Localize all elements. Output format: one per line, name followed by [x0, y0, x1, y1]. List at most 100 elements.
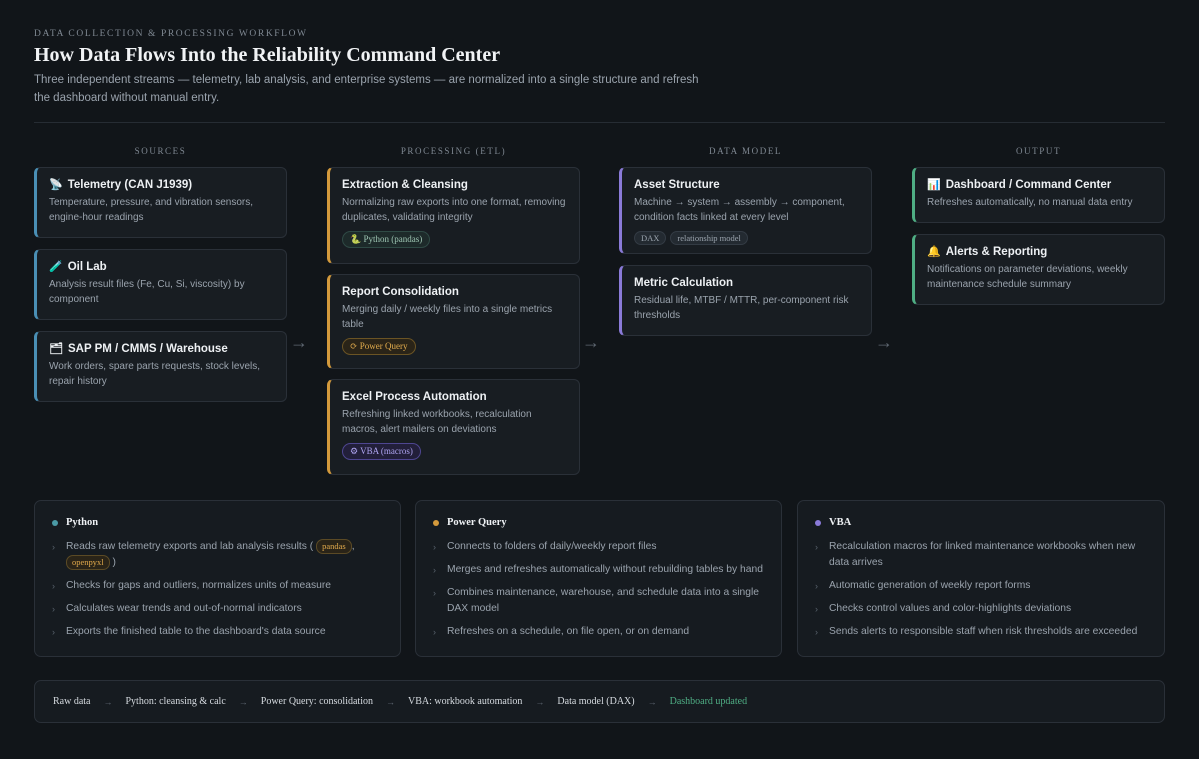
power-query-panel: Power Query › Connects to folders of dail… — [415, 500, 782, 657]
bullet-icon: › — [815, 627, 818, 637]
panel-title: Python — [66, 517, 99, 528]
vba-dot-icon — [815, 519, 821, 526]
list-item: › Sends alerts to responsible staff when … — [815, 624, 1147, 640]
process-card-title: Extraction & Cleansing — [342, 179, 468, 191]
flow-step: Data model (DAX) — [557, 696, 635, 707]
bullet-icon: › — [815, 581, 818, 591]
list-item-text: Combines maintenance, warehouse, and sch… — [447, 587, 759, 614]
flow-step: Power Query: consolidation — [260, 696, 373, 707]
process-card-title: Excel Process Automation — [342, 391, 487, 403]
arrow-right-icon: → — [290, 332, 308, 352]
panel-title: Power Query — [447, 517, 507, 528]
python-pill: 🐍 Python (pandas) — [342, 231, 431, 248]
source-card-oil-lab[interactable]: 🧪 Oil Lab Analysis result files (Fe, Cu, … — [34, 249, 287, 320]
power-query-pill: ⟳ Power Query — [342, 338, 416, 355]
list-item-text: , — [351, 541, 355, 552]
flow-step: Raw data — [53, 696, 91, 707]
bullet-icon: › — [52, 581, 55, 591]
list-item-text: Refreshes on a schedule, on file open, o… — [447, 626, 690, 637]
code-badge-pandas: pandas — [316, 539, 352, 554]
list-item: › Calculates wear trends and out-of-norma… — [52, 601, 383, 617]
flow-arrow-icon: → — [103, 696, 113, 707]
model-card-description: Residual life, MTBF / MTTR, per-componen… — [634, 295, 849, 321]
list-item-text: Calculates wear trends and out-of-normal… — [66, 603, 302, 614]
process-card-consolidation[interactable]: Report Consolidation Merging daily / wee… — [327, 274, 580, 369]
output-card-alerts[interactable]: 🔔 Alerts & Reporting Notifications on par… — [912, 234, 1165, 305]
process-card-description: Normalizing raw exports into one format,… — [342, 197, 566, 223]
column-heading-output: OUTPUT — [1015, 146, 1062, 156]
bullet-icon: › — [815, 542, 818, 552]
bullet-icon: › — [433, 627, 436, 637]
source-card-telemetry[interactable]: 📡 Telemetry (CAN J1939) Temperature, pres… — [34, 167, 287, 238]
process-card-description: Merging daily / weekly files into a sing… — [342, 304, 553, 330]
source-card-title: Oil Lab — [67, 261, 107, 273]
list-item-text: Reads raw telemetry exports and lab anal… — [66, 541, 314, 552]
arrow-right-icon: → — [875, 332, 893, 352]
model-card-asset-structure[interactable]: Asset Structure Machine → system → assem… — [619, 167, 872, 254]
flow-arrow-icon: → — [385, 696, 395, 707]
python-dot-icon — [52, 519, 58, 526]
relationship-model-tag: relationship model — [670, 231, 748, 245]
source-card-title: SAP PM / CMMS / Warehouse — [67, 343, 228, 355]
bullet-icon: › — [815, 604, 818, 614]
list-item-text: Merges and refreshes automatically witho… — [447, 564, 763, 575]
list-item-text: Checks control values and color-highligh… — [829, 603, 1072, 614]
output-card-title: Dashboard / Command Center — [945, 179, 1112, 191]
bullet-icon: › — [52, 604, 55, 614]
list-item: › Reads raw telemetry exports and lab ana… — [52, 539, 383, 571]
python-panel: Python › Reads raw telemetry exports and … — [34, 500, 401, 657]
model-card-metric-calculation[interactable]: Metric Calculation Residual life, MTBF /… — [619, 265, 872, 336]
flow-step-final: Dashboard updated — [669, 696, 748, 707]
header-divider — [34, 122, 1165, 123]
panel-title: VBA — [829, 517, 852, 528]
test-tube-icon: 🧪 — [49, 260, 63, 273]
power-query-dot-icon — [433, 519, 439, 526]
bell-icon: 🔔 — [927, 245, 941, 258]
vba-pill: ⚙ VBA (macros) — [342, 443, 421, 460]
list-item-text: Recalculation macros for linked maintena… — [829, 541, 1136, 568]
source-card-description: Analysis result files (Fe, Cu, Si, visco… — [49, 279, 245, 305]
process-card-title: Report Consolidation — [342, 286, 459, 298]
output-card-dashboard[interactable]: 📊 Dashboard / Command Center Refreshes au… — [912, 167, 1165, 223]
process-card-excel-automation[interactable]: Excel Process Automation Refreshing link… — [327, 379, 580, 475]
model-card-title: Asset Structure — [634, 179, 720, 191]
list-item-text: Sends alerts to responsible staff when r… — [829, 626, 1138, 637]
page-subtitle: Three independent streams — telemetry, l… — [34, 74, 699, 104]
source-card-description: Temperature, pressure, and vibration sen… — [49, 197, 253, 223]
source-card-sap[interactable]: 🗂 SAP PM / CMMS / Warehouse Work orders, … — [34, 331, 287, 402]
list-item-text: Exports the finished table to the dashbo… — [66, 626, 326, 637]
list-item: › Refreshes on a schedule, on file open, … — [433, 624, 764, 640]
output-card-title: Alerts & Reporting — [945, 246, 1048, 258]
card-index-dividers-icon: 🗂 — [49, 342, 63, 355]
list-item: › Checks control values and color-highlig… — [815, 601, 1147, 617]
list-item: › Connects to folders of daily/weekly rep… — [433, 539, 764, 555]
bar-chart-icon: 📊 — [927, 178, 941, 191]
vba-panel: VBA › Recalculation macros for linked mai… — [797, 500, 1165, 657]
flow-step: VBA: workbook automation — [407, 696, 523, 707]
pipeline-flow-bar: Raw data → Python: cleansing & calc → Po… — [34, 680, 1165, 723]
bullet-icon: › — [52, 542, 55, 552]
flow-step: Python: cleansing & calc — [125, 696, 226, 707]
list-item-text: Automatic generation of weekly report fo… — [829, 580, 1031, 591]
flow-arrow-icon: → — [535, 696, 545, 707]
process-card-extraction[interactable]: Extraction & Cleansing Normalizing raw e… — [327, 167, 580, 264]
flow-arrow-icon: → — [647, 696, 657, 707]
model-card-description: Machine → system → assembly → component,… — [634, 197, 845, 223]
list-item: › Combines maintenance, warehouse, and sc… — [433, 585, 764, 617]
source-card-title: Telemetry (CAN J1939) — [67, 179, 193, 191]
column-heading-sources: SOURCES — [134, 146, 187, 156]
bullet-icon: › — [433, 542, 436, 552]
output-card-description: Refreshes automatically, no manual data … — [927, 197, 1133, 208]
satellite-dish-icon: 📡 — [49, 178, 63, 191]
output-card-description: Notifications on parameter deviations, w… — [927, 264, 1128, 290]
list-item: › Checks for gaps and outliers, normalize… — [52, 578, 383, 594]
bullet-icon: › — [433, 588, 436, 598]
model-card-title: Metric Calculation — [634, 277, 734, 289]
list-item: › Automatic generation of weekly report f… — [815, 578, 1147, 594]
list-item-text: ) — [112, 557, 116, 568]
list-item: › Recalculation macros for linked mainten… — [815, 539, 1147, 571]
column-heading-processing: PROCESSING (ETL) — [400, 146, 507, 156]
column-heading-data-model: DATA MODEL — [708, 146, 783, 156]
page-title: How Data Flows Into the Reliability Comm… — [34, 44, 501, 66]
bullet-icon: › — [52, 627, 55, 637]
